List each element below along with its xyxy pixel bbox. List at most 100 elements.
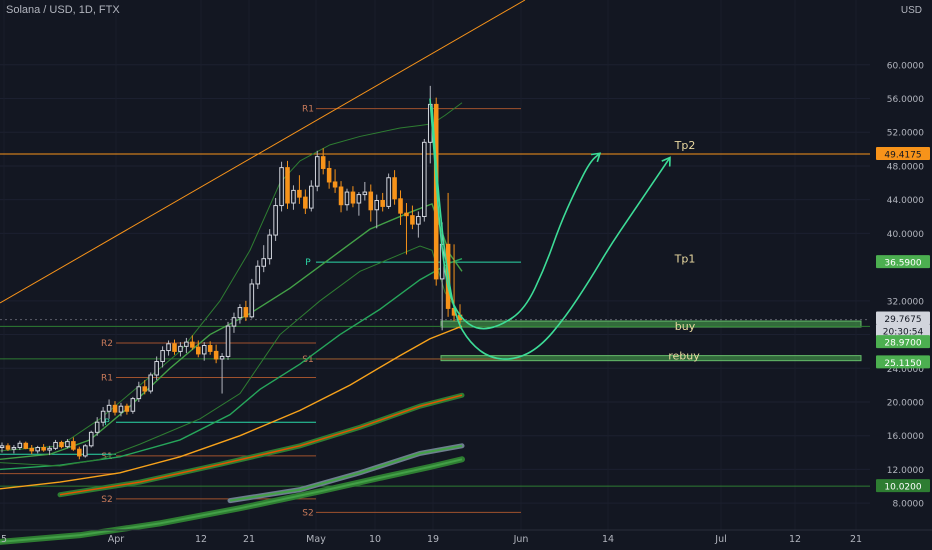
y-tick-label: 16.0000 (887, 432, 924, 442)
pivot-apr-label: S2 (101, 495, 112, 505)
y-tick-label: 32.0000 (887, 297, 924, 307)
candle-body (213, 350, 219, 360)
pivot-apr-label: R1 (101, 374, 113, 384)
candle-body (368, 191, 374, 211)
candle-body (11, 447, 17, 450)
symbol-title: Solana / USD, 1D, FTX (6, 4, 120, 16)
candle-body (374, 200, 380, 211)
candle-body (124, 405, 130, 412)
pivot-may-label: S2 (302, 508, 313, 518)
candle-body (41, 447, 46, 451)
candle-body (201, 344, 207, 355)
candle-body (166, 343, 171, 352)
candle-body (404, 212, 409, 217)
candle-body (29, 447, 35, 452)
candle-body (184, 341, 189, 347)
candle-body (267, 234, 272, 260)
candle-body (225, 325, 231, 357)
candle-body (332, 181, 338, 188)
candle-body (362, 191, 368, 196)
y-tick-label: 44.0000 (887, 196, 924, 206)
y-tick-label: 52.0000 (887, 129, 924, 139)
x-tick-label: Jun (513, 534, 529, 545)
candle-body (47, 447, 52, 451)
candle-body (106, 404, 112, 412)
x-tick-label: May (306, 534, 326, 545)
x-tick-label: 12 (195, 534, 207, 545)
candle-body (59, 441, 64, 448)
x-tick-label: 21 (243, 534, 255, 545)
candle-body (297, 189, 302, 198)
annotation-tp1: Tp1 (674, 253, 696, 266)
candle-body (392, 177, 397, 200)
candle-body (17, 442, 23, 449)
candle-body (231, 317, 237, 327)
candle-body (291, 189, 296, 204)
candle-body (386, 177, 391, 207)
pivot-apr-label: R2 (101, 339, 113, 349)
y-tick-label: 60.0000 (887, 61, 924, 71)
candle-body (94, 421, 100, 433)
candle-body (356, 194, 362, 204)
candle-body (65, 441, 70, 448)
candle-body (410, 215, 415, 225)
x-tick-label: 21 (850, 534, 862, 545)
x-tick-label: 5 (1, 534, 7, 545)
x-tick-label: Apr (108, 534, 125, 545)
candle-body (112, 404, 118, 413)
candle-body (88, 431, 94, 447)
candle-body (148, 374, 153, 392)
candle-body (172, 343, 177, 352)
annotation-rebuy: rebuy (668, 350, 700, 363)
candle-body (35, 447, 40, 452)
candle-body (53, 441, 58, 449)
candle-body (118, 405, 124, 413)
candle-body (273, 205, 278, 236)
candle-body (416, 216, 421, 225)
candle-body (350, 191, 356, 204)
price-label: 10.0200 (884, 483, 921, 493)
candle-body (160, 350, 165, 363)
y-tick-label: 12.0000 (887, 466, 924, 476)
candle-body (344, 191, 350, 206)
x-tick-label: Jul (714, 534, 726, 545)
candle-body (243, 307, 249, 318)
candle-body (178, 345, 183, 352)
annotation-tp2: Tp2 (674, 139, 696, 152)
annotation-buy: buy (675, 320, 696, 333)
candle-body (0, 445, 5, 449)
candle-body (219, 355, 225, 360)
x-tick-label: 19 (427, 534, 439, 545)
x-tick-label: 14 (602, 534, 614, 545)
candle-body (142, 386, 148, 392)
rebuy-zone (440, 355, 862, 362)
candle-body (261, 258, 266, 267)
candle-body (100, 410, 106, 423)
candle-body (255, 265, 261, 285)
candle-body (190, 341, 195, 348)
y-tick-label: 40.0000 (887, 230, 924, 240)
candle-body (5, 445, 11, 450)
pivot-may-label: P (305, 258, 311, 268)
candle-body (249, 283, 255, 318)
candle-body (338, 186, 344, 206)
price-label: 28.9700 (884, 339, 921, 349)
candle-body (23, 442, 29, 449)
candle-body (237, 307, 243, 319)
price-label: 36.5900 (884, 259, 921, 269)
candle-body (130, 398, 136, 412)
price-label: 29.7675 (884, 315, 921, 325)
y-tick-label: 20.0000 (887, 398, 924, 408)
candle-body (82, 445, 88, 457)
candle-body (326, 167, 332, 183)
y-tick-label: 8.0000 (893, 500, 925, 510)
candle-body (196, 346, 201, 355)
currency-label[interactable]: USD (901, 5, 922, 16)
price-chart[interactable]: R1PS1S2R2R1PS1S2 Tp2Tp1buyrebuy 60.00005… (0, 0, 932, 550)
candle-body (71, 441, 76, 450)
candle-body (285, 167, 290, 204)
candle-body (303, 196, 308, 209)
y-tick-label: 56.0000 (887, 95, 924, 105)
candle-body (422, 141, 427, 218)
pivot-may-label: S1 (302, 355, 313, 365)
